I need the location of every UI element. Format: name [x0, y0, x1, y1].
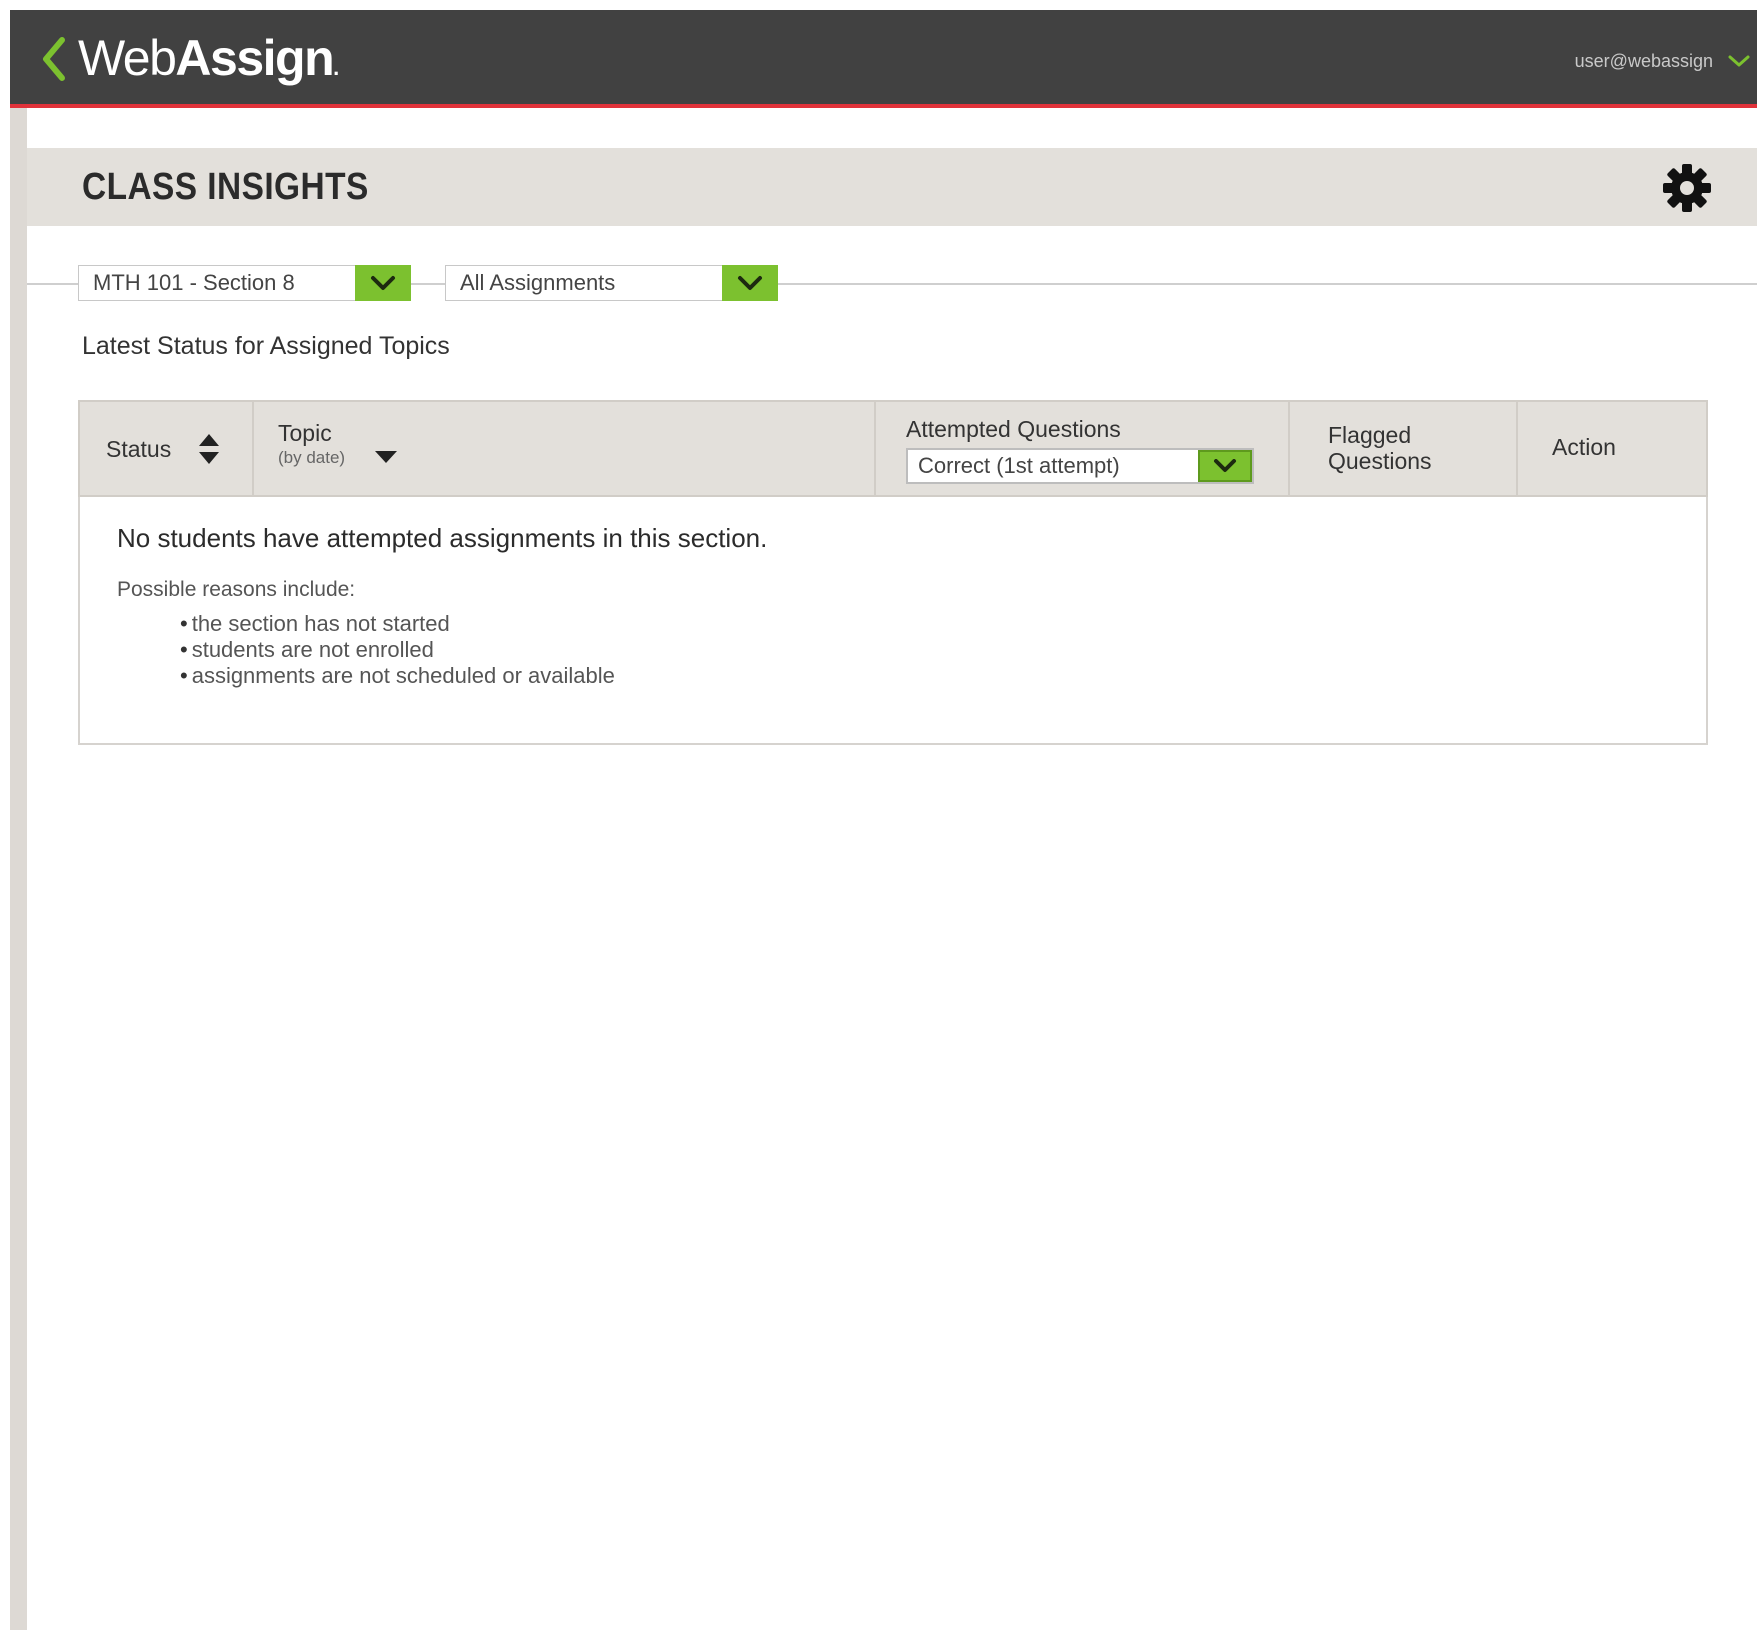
back-chevron-icon[interactable] [34, 30, 74, 88]
section-select-button[interactable] [355, 265, 411, 301]
attempted-filter-button[interactable] [1198, 450, 1252, 482]
column-attempted-label: Attempted Questions [906, 416, 1121, 442]
left-rail [10, 108, 27, 1630]
webassign-logo[interactable]: WebAssign. [78, 28, 339, 98]
column-topic-sublabel: (by date) [278, 448, 346, 467]
column-attempted-questions: Attempted Questions Correct (1st attempt… [876, 402, 1290, 495]
reasons-label: Possible reasons include: [117, 578, 356, 601]
column-flagged-label-line2: Questions [1328, 448, 1432, 474]
user-menu[interactable]: user@webassign [1575, 46, 1757, 76]
chevron-down-icon [1214, 459, 1236, 472]
attempted-filter-select[interactable]: Correct (1st attempt) [906, 448, 1254, 484]
table-body-empty-state: No students have attempted assignments i… [78, 497, 1708, 745]
column-action: Action [1518, 402, 1706, 495]
column-topic-label: Topic [278, 420, 332, 446]
reasons-list: the section has not started students are… [180, 611, 615, 689]
page-title: CLASS INSIGHTS [82, 166, 369, 208]
column-topic[interactable]: Topic (by date) [254, 402, 876, 495]
column-status[interactable]: Status [80, 402, 254, 495]
top-navigation-bar: WebAssign. user@webassign [10, 10, 1757, 108]
section-select-value: MTH 101 - Section 8 [93, 270, 295, 295]
section-subtitle: Latest Status for Assigned Topics [82, 332, 450, 360]
reason-item: students are not enrolled [180, 637, 615, 663]
logo-dot: . [333, 55, 339, 80]
page-header: CLASS INSIGHTS [27, 148, 1757, 226]
reason-item: the section has not started [180, 611, 615, 637]
assignments-select[interactable]: All Assignments [445, 265, 778, 301]
attempted-filter-value: Correct (1st attempt) [918, 453, 1120, 478]
chevron-down-icon [738, 276, 762, 290]
logo-web-text: Web [78, 30, 177, 86]
column-status-label: Status [106, 436, 172, 462]
sort-down-icon[interactable] [374, 450, 398, 464]
column-action-label: Action [1552, 434, 1616, 460]
chevron-down-icon [1728, 55, 1750, 67]
column-flagged-questions: Flagged Questions [1290, 402, 1518, 495]
empty-state-message: No students have attempted assignments i… [117, 523, 768, 553]
table-header: Status Topic (by date) Attempted Questio… [78, 400, 1708, 497]
logo-assign-text: Assign [175, 30, 334, 86]
assignments-select-value: All Assignments [460, 270, 616, 295]
assignments-select-button[interactable] [722, 265, 778, 301]
reason-item: assignments are not scheduled or availab… [180, 663, 615, 689]
sort-updown-icon[interactable] [198, 432, 220, 466]
section-select[interactable]: MTH 101 - Section 8 [78, 265, 411, 301]
chevron-down-icon [371, 276, 395, 290]
column-flagged-label-line1: Flagged [1328, 422, 1412, 448]
gear-icon[interactable] [1659, 160, 1715, 216]
user-email: user@webassign [1574, 50, 1713, 71]
